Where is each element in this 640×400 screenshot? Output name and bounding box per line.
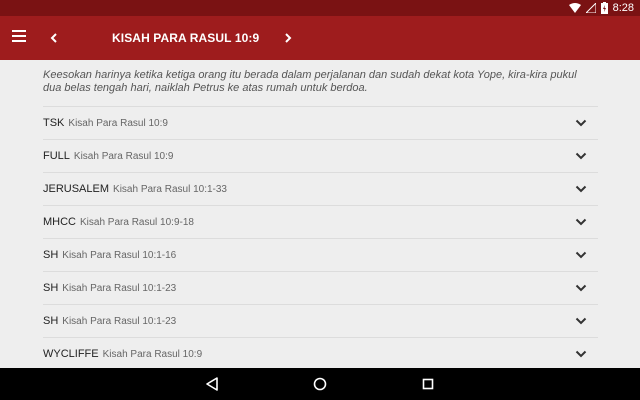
reference-source: WYCLIFFE Kisah Para Rasul 10:9 bbox=[43, 338, 202, 368]
back-triangle-icon bbox=[206, 377, 218, 391]
chevron-down-icon[interactable] bbox=[575, 151, 587, 161]
chevron-down-icon[interactable] bbox=[575, 283, 587, 293]
chevron-down-icon[interactable] bbox=[575, 316, 587, 326]
back-button[interactable] bbox=[203, 375, 221, 393]
status-time: 8:28 bbox=[612, 2, 634, 14]
reference-passage: Kisah Para Rasul 10:9-18 bbox=[80, 217, 194, 228]
previous-verse-button[interactable] bbox=[44, 27, 64, 49]
battery-charging-icon bbox=[600, 2, 608, 14]
reference-passage: Kisah Para Rasul 10:9 bbox=[102, 349, 203, 360]
verse-text: Keesokan harinya ketika ketiga orang itu… bbox=[43, 69, 577, 94]
chevron-left-icon bbox=[50, 33, 57, 43]
reference-list: TSK Kisah Para Rasul 10:9 FULL Kisah Para R… bbox=[43, 106, 598, 368]
reference-passage: Kisah Para Rasul 10:1-33 bbox=[113, 184, 227, 195]
reference-passage: Kisah Para Rasul 10:1-23 bbox=[62, 283, 177, 294]
reference-source: FULL Kisah Para Rasul 10:9 bbox=[43, 140, 173, 173]
chevron-down-icon[interactable] bbox=[575, 118, 587, 128]
chevron-down-icon[interactable] bbox=[575, 250, 587, 260]
reference-source: SH Kisah Para Rasul 10:1-16 bbox=[43, 239, 176, 272]
reference-passage: Kisah Para Rasul 10:9 bbox=[68, 118, 168, 129]
reference-code: FULL bbox=[43, 150, 70, 162]
wifi-icon bbox=[568, 3, 581, 13]
reference-row[interactable]: WYCLIFFE Kisah Para Rasul 10:9 bbox=[43, 337, 598, 368]
reference-row[interactable]: TSK Kisah Para Rasul 10:9 bbox=[43, 106, 598, 139]
status-icons: 8:28 bbox=[568, 0, 634, 16]
recents-square-icon bbox=[422, 378, 434, 390]
status-bar: 8:28 bbox=[0, 0, 640, 16]
reference-source: TSK Kisah Para Rasul 10:9 bbox=[43, 107, 168, 140]
hamburger-menu-icon[interactable] bbox=[12, 30, 26, 46]
chevron-down-icon[interactable] bbox=[575, 349, 587, 359]
app-bar: KISAH PARA RASUL 10:9 bbox=[0, 16, 640, 60]
reference-source: SH Kisah Para Rasul 10:1-23 bbox=[43, 272, 176, 305]
reference-row[interactable]: MHCC Kisah Para Rasul 10:9-18 bbox=[43, 205, 598, 238]
content-area: Keesokan harinya ketika ketiga orang itu… bbox=[0, 60, 640, 368]
reference-passage: Kisah Para Rasul 10:1-23 bbox=[62, 316, 177, 327]
signal-icon bbox=[585, 3, 596, 13]
page-title: KISAH PARA RASUL 10:9 bbox=[112, 31, 260, 45]
reference-code: JERUSALEM bbox=[43, 183, 110, 195]
reference-row[interactable]: FULL Kisah Para Rasul 10:9 bbox=[43, 139, 598, 172]
reference-row[interactable]: JERUSALEM Kisah Para Rasul 10:1-33 bbox=[43, 172, 598, 205]
reference-source: MHCC Kisah Para Rasul 10:9-18 bbox=[43, 206, 194, 239]
system-nav-bar bbox=[0, 368, 640, 400]
chevron-down-icon[interactable] bbox=[575, 217, 587, 227]
reference-passage: Kisah Para Rasul 10:1-16 bbox=[62, 250, 177, 261]
reference-source: SH Kisah Para Rasul 10:1-23 bbox=[43, 305, 176, 338]
chevron-down-icon[interactable] bbox=[575, 184, 587, 194]
reference-source: JERUSALEM Kisah Para Rasul 10:1-33 bbox=[43, 173, 227, 206]
reference-code: SH bbox=[43, 315, 59, 327]
home-button[interactable] bbox=[311, 375, 329, 393]
reference-code: TSK bbox=[43, 117, 65, 129]
next-verse-button[interactable] bbox=[278, 27, 298, 49]
home-circle-icon bbox=[313, 377, 327, 391]
reference-code: SH bbox=[43, 282, 59, 294]
reference-passage: Kisah Para Rasul 10:9 bbox=[73, 151, 174, 162]
recents-button[interactable] bbox=[419, 375, 437, 393]
reference-row[interactable]: SH Kisah Para Rasul 10:1-16 bbox=[43, 238, 598, 271]
reference-code: MHCC bbox=[43, 216, 76, 228]
reference-code: WYCLIFFE bbox=[43, 348, 99, 360]
chevron-right-icon bbox=[285, 33, 292, 43]
reference-code: SH bbox=[43, 249, 59, 261]
reference-row[interactable]: SH Kisah Para Rasul 10:1-23 bbox=[43, 304, 598, 337]
reference-row[interactable]: SH Kisah Para Rasul 10:1-23 bbox=[43, 271, 598, 304]
